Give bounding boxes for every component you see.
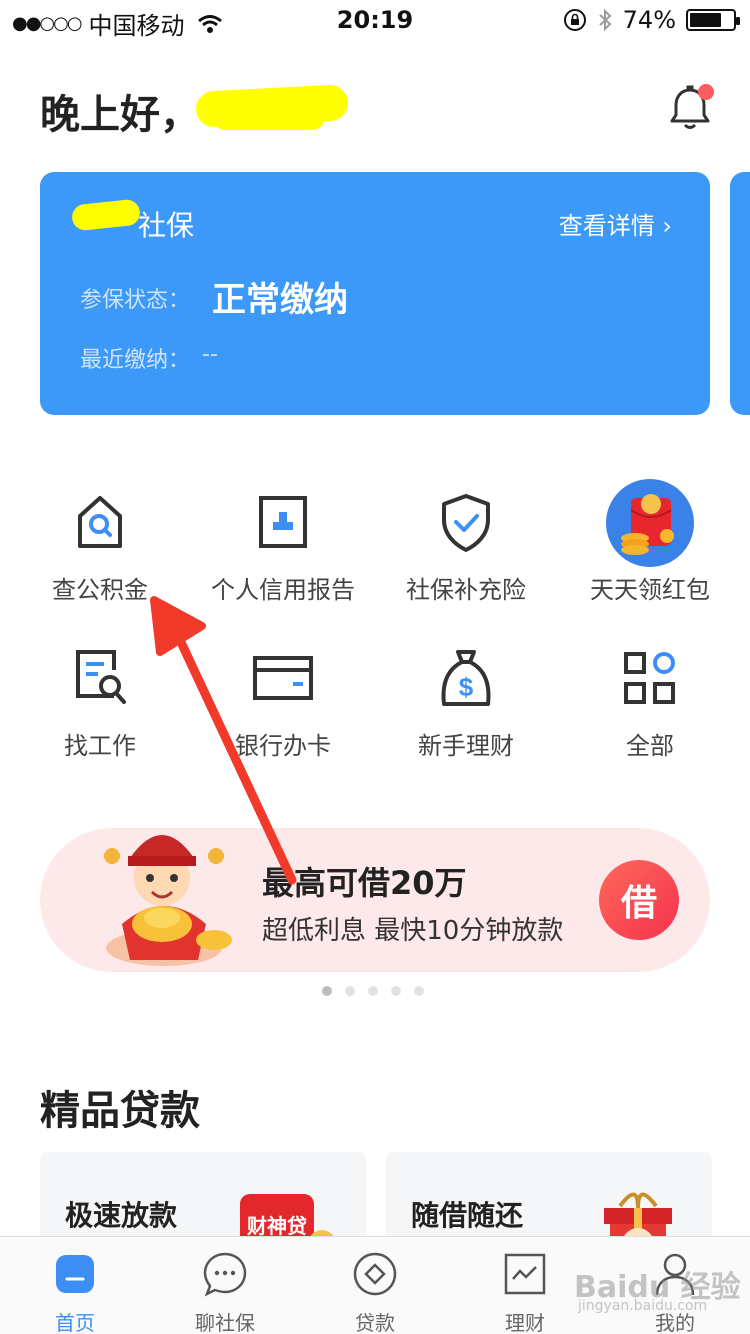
house-search-icon — [78, 496, 122, 548]
fortune-god-illustration — [104, 835, 232, 966]
bluetooth-icon — [598, 8, 612, 32]
service-find-job[interactable]: 找工作 — [10, 646, 190, 761]
tab-label: 聊社保 — [195, 1311, 255, 1334]
redaction-mark — [70, 198, 142, 232]
service-label: 天天领红包 — [590, 576, 710, 604]
banner-subtitle: 超低利息 最快10分钟放款 — [262, 916, 564, 946]
recent-payment-value: -- — [202, 342, 218, 367]
logo-text: 财神贷 — [247, 1214, 307, 1238]
status-value: 正常缴纳 — [212, 280, 348, 320]
service-red-envelope[interactable]: 天天领红包 — [560, 478, 740, 605]
greeting-title: 晚上好， — [40, 92, 200, 138]
tab-label: 首页 — [55, 1311, 95, 1334]
pagination-dot — [368, 986, 378, 996]
tab-finance[interactable]: 理财 — [465, 1251, 585, 1334]
loan-icon — [353, 1252, 397, 1296]
service-supplementary-insurance[interactable]: 社保补充险 — [376, 490, 556, 605]
loan-banner[interactable]: 最高可借20万 超低利息 最快10分钟放款 借 — [40, 828, 710, 972]
borrow-button[interactable]: 借 — [599, 860, 679, 940]
tab-loan[interactable]: 贷款 — [315, 1251, 435, 1334]
service-bank-card[interactable]: 银行办卡 — [193, 646, 373, 761]
chart-icon — [504, 1253, 546, 1295]
report-icon — [259, 496, 307, 548]
loan-card-title: 极速放款 — [65, 1199, 178, 1232]
service-housing-fund[interactable]: 查公积金 — [10, 490, 190, 605]
notification-badge — [698, 84, 714, 100]
service-label: 查公积金 — [52, 576, 148, 604]
banner-title: 最高可借20万 — [262, 864, 467, 902]
red-envelope-icon — [606, 479, 694, 567]
document-search-icon — [76, 650, 126, 704]
service-label: 个人信用报告 — [211, 576, 355, 604]
watermark-url: jingyan.baidu.com — [578, 1298, 708, 1314]
service-beginner-finance[interactable]: $ 新手理财 — [376, 646, 556, 761]
rotation-lock-icon — [563, 9, 586, 31]
next-card-peek[interactable] — [730, 172, 750, 415]
tab-chat-insurance[interactable]: 聊社保 — [165, 1251, 285, 1334]
banner-pagination — [322, 986, 424, 996]
status-label: 参保状态： — [80, 288, 191, 313]
battery-level — [690, 13, 722, 27]
pagination-dot — [345, 986, 355, 996]
service-label: 银行办卡 — [235, 732, 331, 760]
service-label: 全部 — [626, 732, 674, 760]
tab-label: 理财 — [505, 1311, 545, 1334]
battery-percent: 74% — [622, 6, 676, 34]
service-credit-report[interactable]: 个人信用报告 — [193, 490, 373, 605]
battery-icon — [686, 9, 740, 31]
chat-icon — [203, 1252, 247, 1297]
tab-home[interactable]: 首页 — [15, 1251, 135, 1334]
service-label: 社保补充险 — [406, 576, 526, 604]
view-details-link[interactable]: 查看详情 › — [559, 206, 672, 241]
bank-card-icon — [253, 656, 313, 700]
loan-card-title: 随借随还 — [411, 1199, 524, 1232]
pagination-dot — [322, 986, 332, 996]
recent-payment-label: 最近缴纳： — [80, 348, 191, 373]
tab-label: 贷款 — [355, 1311, 395, 1334]
service-all[interactable]: 全部 — [560, 646, 740, 761]
section-title: 精品贷款 — [40, 1088, 200, 1134]
status-right: 74% — [563, 6, 740, 34]
money-bag-icon: $ — [441, 650, 491, 706]
home-icon — [56, 1255, 94, 1293]
grid-icon — [624, 652, 675, 704]
pagination-dot — [391, 986, 401, 996]
service-label: 新手理财 — [418, 732, 514, 760]
redaction-mark — [214, 108, 324, 130]
social-insurance-card[interactable]: 社保 查看详情 › 参保状态： 正常缴纳 最近缴纳： -- — [40, 172, 710, 415]
status-bar: ●●○○○ 中国移动 20:19 74% — [0, 0, 750, 40]
service-label: 找工作 — [64, 732, 136, 760]
borrow-button-label: 借 — [620, 883, 657, 924]
card-title: 社保 — [138, 209, 195, 242]
svg-text:$: $ — [459, 672, 474, 702]
shield-check-icon — [442, 494, 490, 552]
pagination-dot — [414, 986, 424, 996]
